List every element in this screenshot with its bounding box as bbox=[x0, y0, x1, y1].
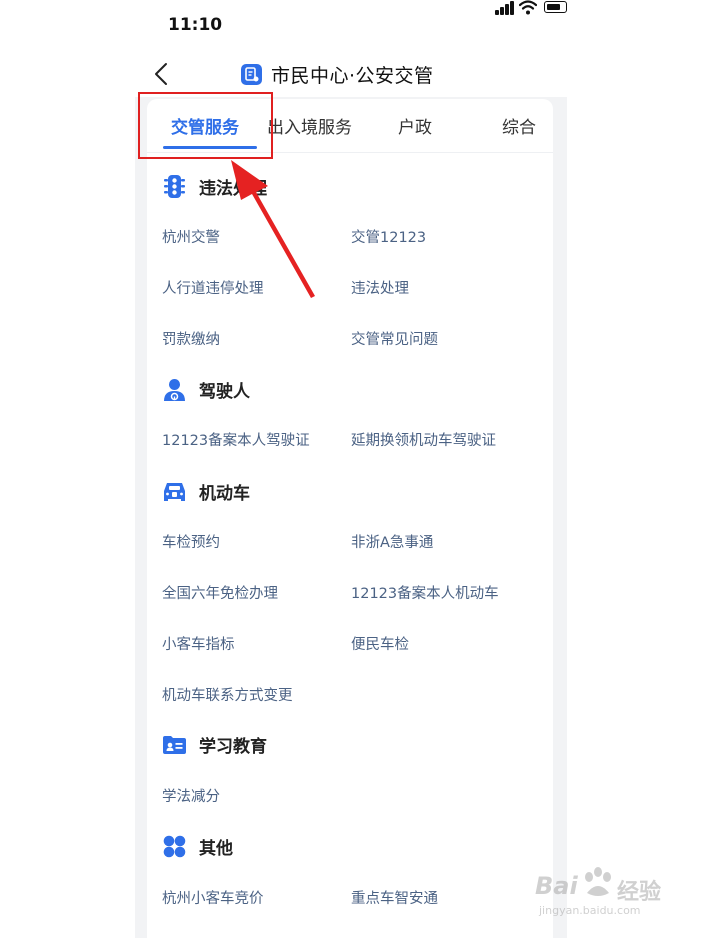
link-convenient-inspection[interactable]: 便民车检 bbox=[351, 633, 409, 654]
section-header-education: 学习教育 bbox=[162, 730, 267, 758]
tab-household-registration[interactable]: 户政 bbox=[398, 113, 432, 138]
section-title-driver: 驾驶人 bbox=[199, 381, 250, 402]
battery-icon bbox=[544, 1, 567, 13]
link-contact-change[interactable]: 机动车联系方式变更 bbox=[162, 684, 293, 705]
link-non-zhejiang-a-urgent[interactable]: 非浙A急事通 bbox=[351, 531, 433, 552]
link-key-vehicle-safety[interactable]: 重点车智安通 bbox=[351, 887, 438, 908]
link-register-vehicle[interactable]: 12123备案本人机动车 bbox=[351, 582, 499, 603]
link-register-driver-license[interactable]: 12123备案本人驾驶证 bbox=[162, 429, 310, 450]
link-traffic-12123[interactable]: 交管12123 bbox=[351, 226, 426, 247]
section-title-vehicle: 机动车 bbox=[199, 483, 250, 504]
link-sidewalk-parking[interactable]: 人行道违停处理 bbox=[162, 277, 264, 298]
tab-exit-entry-services[interactable]: 出入境服务 bbox=[267, 113, 352, 138]
app-logo-icon bbox=[241, 63, 262, 85]
link-car-quota[interactable]: 小客车指标 bbox=[162, 633, 235, 654]
section-header-vehicle: 机动车 bbox=[162, 477, 250, 505]
tab-comprehensive[interactable]: 综合 bbox=[502, 113, 536, 138]
section-header-other: 其他 bbox=[162, 832, 233, 860]
signal-icon bbox=[495, 1, 515, 15]
service-card: 交管服务 出入境服务 户政 综合 违法处理 杭州交警 交管12123 人行道违停… bbox=[147, 99, 553, 938]
watermark-brand-b: 经验 bbox=[617, 880, 662, 905]
baidu-jingyan-watermark: Bai 经验 jingyan.baidu.com bbox=[533, 858, 673, 920]
link-study-deduct-points[interactable]: 学法减分 bbox=[162, 785, 220, 806]
link-vehicle-inspection-booking[interactable]: 车检预约 bbox=[162, 531, 220, 552]
link-violation-processing[interactable]: 违法处理 bbox=[351, 277, 409, 298]
link-fine-payment[interactable]: 罚款缴纳 bbox=[162, 328, 220, 349]
section-title-education: 学习教育 bbox=[199, 736, 267, 757]
watermark-brand-a: Bai bbox=[535, 872, 578, 900]
link-six-year-exemption[interactable]: 全国六年免检办理 bbox=[162, 582, 278, 603]
wifi-icon bbox=[519, 0, 537, 15]
car-icon bbox=[164, 482, 185, 501]
link-traffic-faq[interactable]: 交管常见问题 bbox=[351, 328, 438, 349]
nav-bar: 市民中心·公安交管 bbox=[135, 52, 567, 97]
link-renew-driver-license[interactable]: 延期换领机动车驾驶证 bbox=[351, 429, 496, 450]
traffic-light-icon bbox=[164, 174, 185, 198]
watermark-domain: jingyan.baidu.com bbox=[539, 904, 641, 917]
link-car-auction[interactable]: 杭州小客车竞价 bbox=[162, 887, 264, 908]
section-header-driver: 驾驶人 bbox=[162, 375, 250, 403]
nav-title-wrap: 市民中心·公安交管 bbox=[241, 61, 434, 87]
status-time: 11:10 bbox=[168, 15, 223, 35]
section-title-other: 其他 bbox=[199, 838, 233, 859]
annotation-highlight-box bbox=[138, 92, 273, 159]
back-arrow-icon[interactable] bbox=[152, 62, 172, 86]
paw-icon bbox=[585, 867, 611, 896]
status-bar: 11:10 bbox=[135, 0, 567, 52]
grid-icon bbox=[163, 835, 186, 857]
id-card-icon bbox=[163, 735, 186, 754]
section-title-violations: 违法处理 bbox=[199, 178, 267, 199]
section-header-violations: 违法处理 bbox=[162, 172, 267, 200]
link-hangzhou-traffic-police[interactable]: 杭州交警 bbox=[162, 226, 220, 247]
driver-icon bbox=[164, 378, 185, 401]
page-title: 市民中心·公安交管 bbox=[271, 64, 434, 87]
